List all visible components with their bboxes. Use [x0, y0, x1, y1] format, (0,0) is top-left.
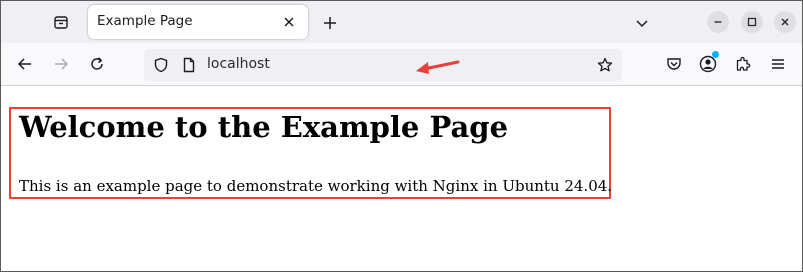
minimize-icon: [714, 21, 722, 23]
minimize-button[interactable]: [707, 11, 729, 33]
maximize-icon: [747, 17, 757, 27]
back-button[interactable]: [13, 52, 37, 76]
hamburger-menu-icon: [772, 59, 784, 69]
reload-button[interactable]: [85, 52, 109, 76]
window-close-button[interactable]: [774, 11, 796, 33]
page-content: Welcome to the Example Page This is an e…: [1, 86, 802, 271]
tab-close-button[interactable]: [280, 13, 298, 31]
tab-strip: Example Page: [1, 1, 802, 43]
arrow-left-icon: [17, 58, 31, 70]
navigation-toolbar: localhost: [1, 43, 802, 86]
reload-icon: [91, 57, 103, 70]
plus-icon: [324, 17, 336, 29]
tab-list-icon: [54, 16, 68, 29]
tab-title: Example Page: [97, 13, 193, 29]
chevron-down-icon: [636, 20, 648, 28]
page-icon: [183, 57, 195, 73]
forward-button[interactable]: [49, 52, 73, 76]
puzzle-icon: [736, 56, 751, 71]
annotation-arrow-icon: [416, 60, 460, 74]
url-text[interactable]: localhost: [207, 56, 270, 72]
tab-list-button[interactable]: [49, 11, 73, 33]
pocket-button[interactable]: [663, 53, 685, 75]
bookmark-button[interactable]: [596, 56, 614, 74]
maximize-button[interactable]: [741, 11, 763, 33]
shield-icon: [154, 57, 168, 73]
account-button[interactable]: [697, 51, 719, 75]
active-tab[interactable]: Example Page: [88, 5, 308, 39]
new-tab-button[interactable]: [319, 12, 341, 34]
pocket-icon: [667, 58, 681, 70]
close-icon: [284, 17, 294, 27]
tracking-protection-button[interactable]: [152, 56, 170, 74]
browser-window: Example Page localhost Welcome to the Ex…: [0, 0, 803, 272]
extensions-button[interactable]: [732, 53, 754, 75]
star-icon: [597, 57, 613, 72]
address-bar[interactable]: localhost: [144, 49, 622, 81]
notification-badge: [712, 51, 719, 58]
page-heading: Welcome to the Example Page: [19, 110, 509, 144]
menu-button[interactable]: [767, 53, 789, 75]
list-all-tabs-button[interactable]: [631, 12, 653, 34]
page-info-button[interactable]: [180, 56, 198, 74]
page-paragraph: This is an example page to demonstrate w…: [19, 177, 613, 195]
close-icon: [781, 18, 789, 26]
arrow-right-icon: [55, 58, 69, 70]
